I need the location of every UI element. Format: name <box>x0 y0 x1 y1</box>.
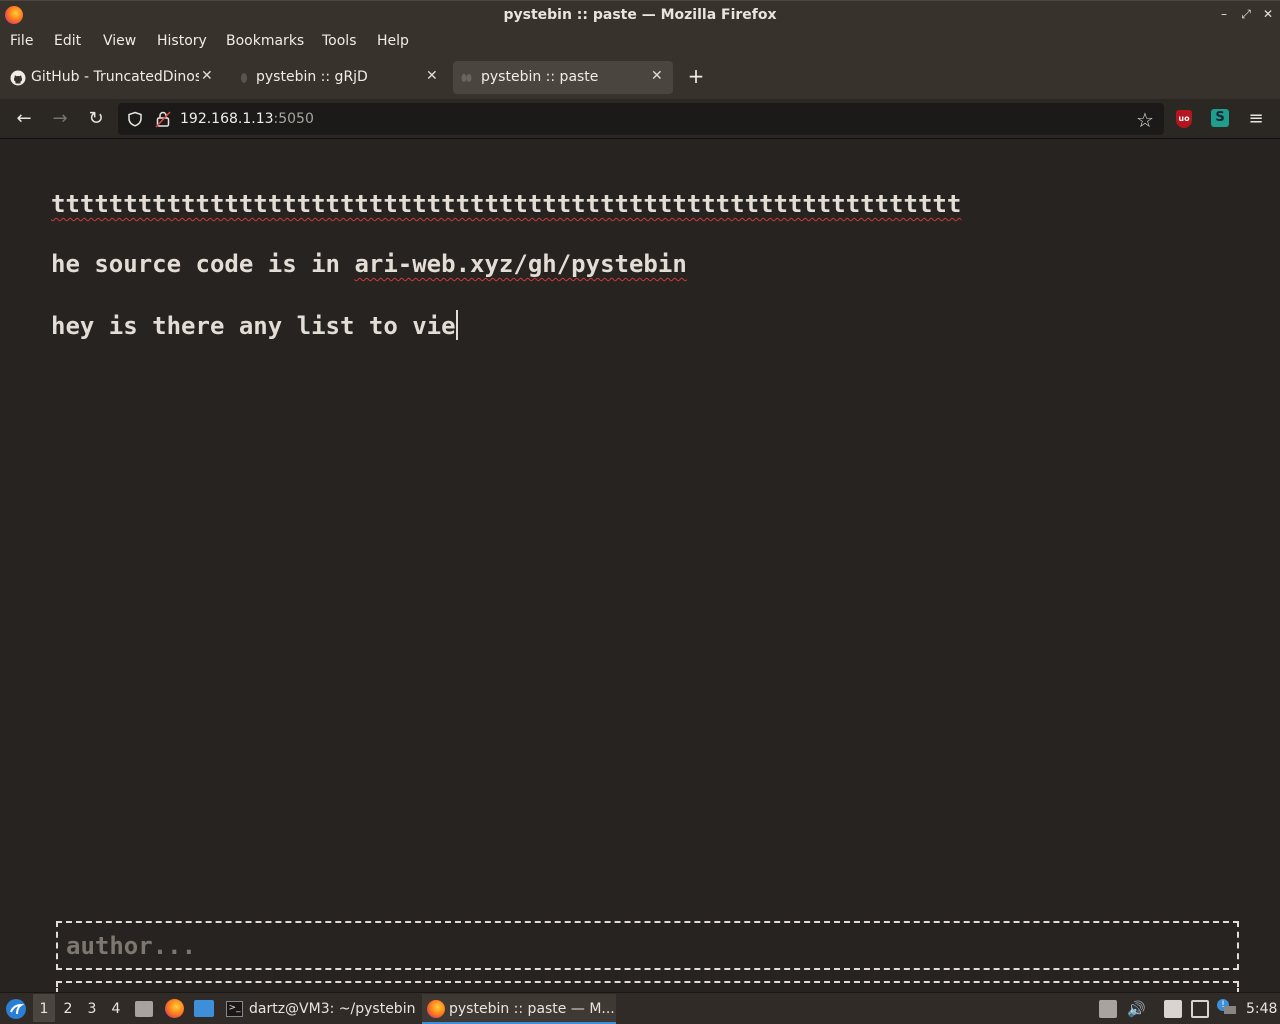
nav-bar: ← → ↻ 192.168.1.13:5050 ☆ uo S ≡ <box>0 99 1280 139</box>
paste-text: tttttttttttttttttttttttttttttttttttttttt… <box>51 190 962 218</box>
task-terminal[interactable]: >_ dartz@VM3: ~/pystebin <box>222 994 416 1024</box>
firefox-icon <box>427 1000 445 1018</box>
lock-icon[interactable] <box>155 110 171 128</box>
tab-label: GitHub - TruncatedDinos <box>31 69 199 85</box>
page-icon <box>461 74 472 82</box>
window-title: pystebin :: paste — Mozilla Firefox <box>503 7 777 23</box>
author-field[interactable] <box>56 921 1239 970</box>
firefox-launcher-icon[interactable] <box>165 999 184 1018</box>
tab-close-icon[interactable]: ✕ <box>426 68 438 84</box>
file-manager-icon[interactable] <box>135 1001 153 1017</box>
menu-edit[interactable]: Edit <box>54 33 81 49</box>
reload-button[interactable]: ↻ <box>85 108 107 130</box>
volume-icon[interactable]: 🔊 <box>1127 1000 1146 1018</box>
clipboard-icon[interactable] <box>1099 1000 1117 1018</box>
github-icon <box>10 70 26 86</box>
tab-github[interactable]: GitHub - TruncatedDinos ✕ <box>4 61 220 94</box>
desktop-icon[interactable] <box>194 1000 214 1017</box>
network-icon[interactable] <box>1191 1000 1209 1018</box>
maximize-icon[interactable]: ⤢ <box>1238 6 1254 22</box>
workspace-4[interactable]: 4 <box>105 994 127 1022</box>
workspace-3[interactable]: 3 <box>81 994 103 1022</box>
tab-pystebin-grjd[interactable]: pystebin :: gRjD ✕ <box>228 61 444 94</box>
tab-close-icon[interactable]: ✕ <box>201 68 213 84</box>
tab-close-icon[interactable]: ✕ <box>651 68 663 84</box>
taskbar: 1 2 3 4 >_ dartz@VM3: ~/pystebin pystebi… <box>0 992 1280 1024</box>
hamburger-menu-icon[interactable]: ≡ <box>1245 108 1267 130</box>
menu-history[interactable]: History <box>157 33 207 49</box>
tab-label: pystebin :: paste <box>481 69 599 85</box>
tab-pystebin-paste[interactable]: pystebin :: paste ✕ <box>453 61 673 94</box>
menu-view[interactable]: View <box>103 33 136 49</box>
shield-icon[interactable] <box>127 111 143 127</box>
forward-button[interactable]: → <box>49 108 71 130</box>
menu-bar: File Edit View History Bookmarks Tools H… <box>0 29 1280 55</box>
text-caret <box>455 310 458 340</box>
task-label: pystebin :: paste — M... <box>449 1001 615 1017</box>
paste-line-2[interactable]: he source code is in ari-web.xyz/gh/pyst… <box>51 250 687 278</box>
menu-file[interactable]: File <box>10 33 33 49</box>
tab-label: pystebin :: gRjD <box>256 69 368 85</box>
title-bar: pystebin :: paste — Mozilla Firefox – ⤢ … <box>0 0 1280 29</box>
minimize-icon[interactable]: – <box>1216 6 1232 22</box>
menu-tools[interactable]: Tools <box>322 33 357 49</box>
ublock-icon[interactable]: uo <box>1176 110 1192 128</box>
page-icon <box>241 73 247 83</box>
stylus-icon[interactable]: S <box>1211 109 1229 127</box>
url-port: :5050 <box>273 111 314 127</box>
paste-line-3[interactable]: hey is there any list to vie <box>51 310 458 340</box>
start-menu-icon[interactable] <box>5 998 27 1020</box>
terminal-icon: >_ <box>226 1001 243 1017</box>
menu-help[interactable]: Help <box>377 33 409 49</box>
paste-page: tttttttttttttttttttttttttttttttttttttttt… <box>0 140 1280 1001</box>
close-icon[interactable]: ✕ <box>1260 6 1276 22</box>
new-tab-button[interactable]: + <box>686 64 706 88</box>
paste-link-text: ari-web.xyz/gh/pystebin <box>354 250 687 278</box>
paste-text: he source code is in <box>51 250 355 278</box>
bookmark-star-icon[interactable]: ☆ <box>1136 108 1154 132</box>
url-text[interactable]: 192.168.1.13:5050 <box>180 111 314 127</box>
menu-bookmarks[interactable]: Bookmarks <box>226 33 304 49</box>
tab-bar: GitHub - TruncatedDinos ✕ pystebin :: gR… <box>0 55 1280 99</box>
task-label: dartz@VM3: ~/pystebin <box>249 1001 416 1017</box>
clock[interactable]: 5:48 <box>1246 1001 1277 1017</box>
author-input[interactable] <box>66 932 1166 960</box>
paste-text: hey is there any list to vie <box>51 312 456 340</box>
url-host: 192.168.1.13 <box>180 111 274 127</box>
battery-icon[interactable] <box>1224 1006 1236 1014</box>
url-bar[interactable]: 192.168.1.13:5050 ☆ <box>118 103 1164 135</box>
task-firefox[interactable]: pystebin :: paste — M... <box>422 994 616 1024</box>
paste-line-1[interactable]: tttttttttttttttttttttttttttttttttttttttt… <box>51 190 961 218</box>
notes-icon[interactable] <box>1164 1000 1182 1018</box>
workspace-2[interactable]: 2 <box>57 994 79 1022</box>
back-button[interactable]: ← <box>13 108 35 130</box>
workspace-1[interactable]: 1 <box>33 994 55 1022</box>
